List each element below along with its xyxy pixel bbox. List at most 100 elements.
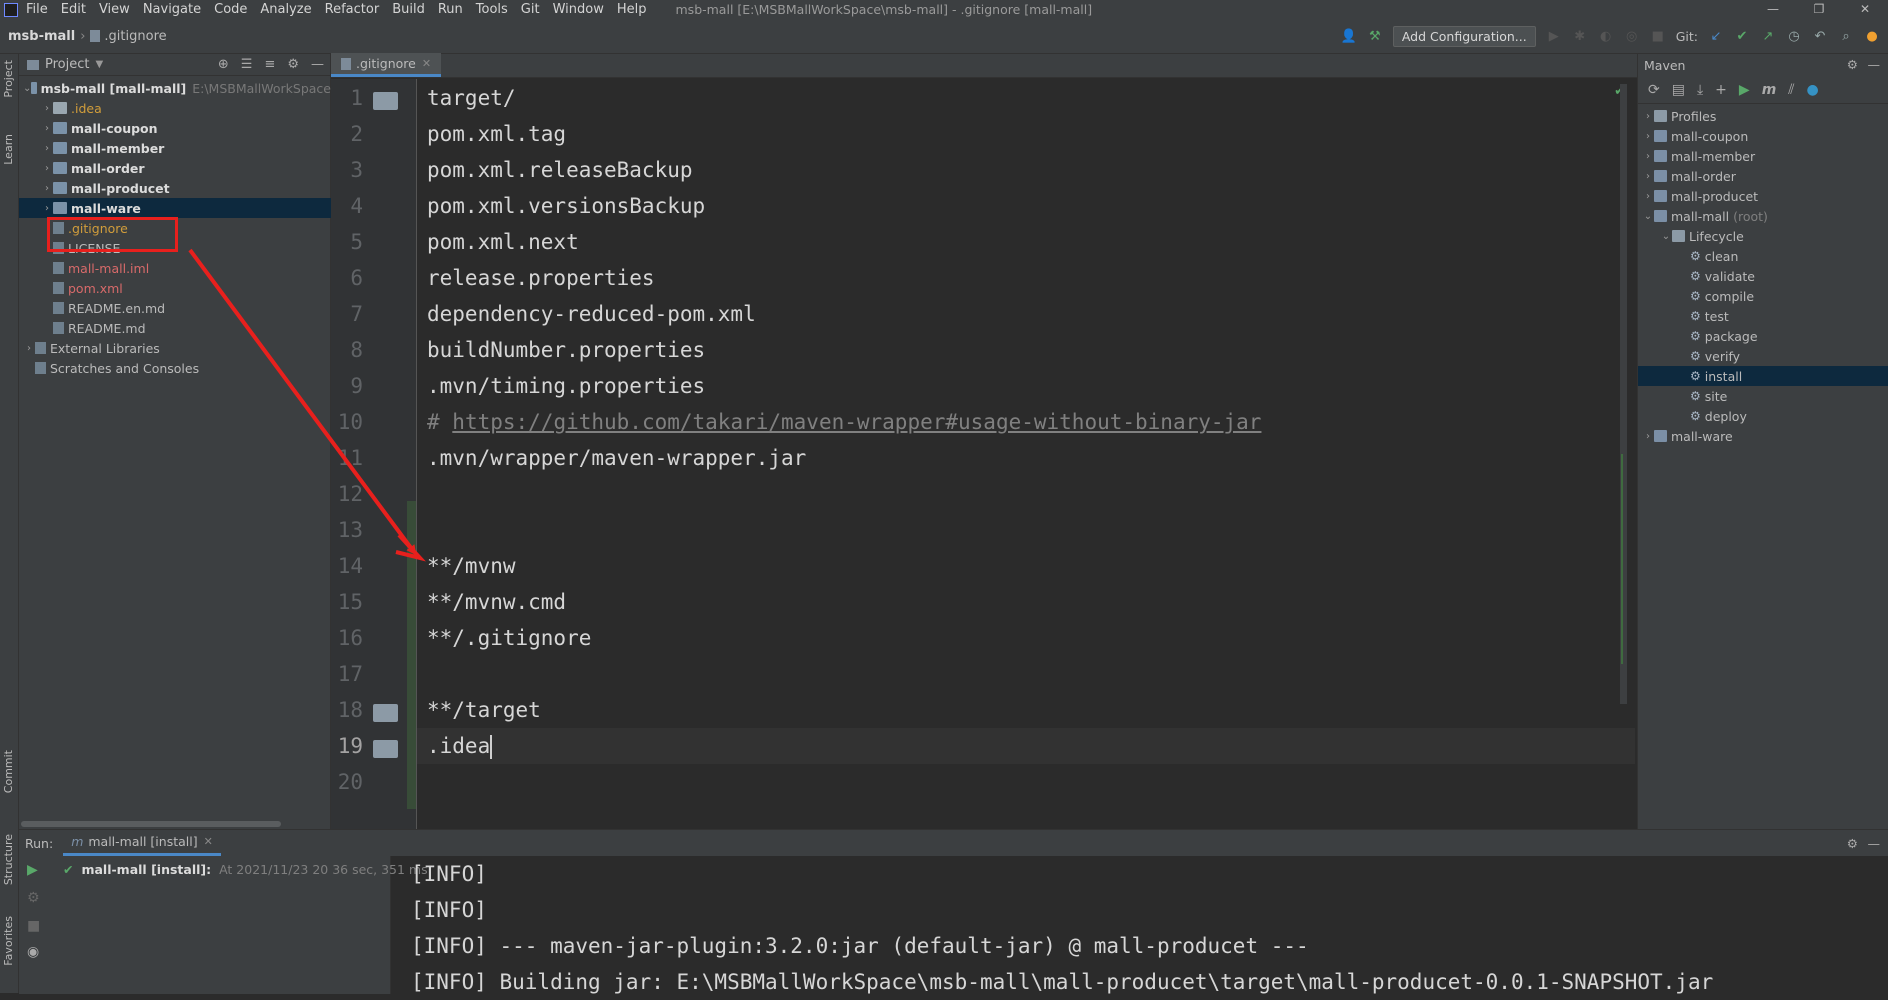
hide-icon[interactable]: —: [1868, 57, 1881, 72]
tree-item[interactable]: pom.xml: [19, 278, 331, 298]
chevron-right-icon[interactable]: ›: [1642, 131, 1654, 142]
maven-tree-item[interactable]: › mall-member: [1638, 146, 1888, 166]
maven-goal-item[interactable]: ⚙ validate: [1638, 266, 1888, 286]
tree-item[interactable]: › mall-member: [19, 138, 331, 158]
history-icon[interactable]: ◷: [1786, 29, 1802, 45]
menu-refactor[interactable]: Refactor: [325, 2, 380, 17]
gear-icon[interactable]: ⚙: [1847, 57, 1858, 72]
chevron-right-icon[interactable]: ›: [41, 103, 53, 114]
gear-icon[interactable]: ⚙: [1847, 836, 1858, 851]
menu-view[interactable]: View: [99, 2, 130, 17]
maven-goal-item[interactable]: ⚙ site: [1638, 386, 1888, 406]
code-line[interactable]: pom.xml.tag: [427, 122, 566, 146]
rollback-icon[interactable]: ↶: [1812, 29, 1828, 45]
run-tab[interactable]: m mall-mall [install] ✕: [63, 830, 221, 856]
tree-item[interactable]: › mall-ware: [19, 198, 331, 218]
chevron-right-icon[interactable]: ›: [23, 343, 35, 354]
chevron-down-icon[interactable]: ▼: [95, 59, 103, 70]
code-line[interactable]: pom.xml.versionsBackup: [427, 194, 705, 218]
structure-tool-button[interactable]: Structure: [2, 834, 15, 885]
generate-sources-icon[interactable]: ▤: [1672, 82, 1685, 98]
chevron-right-icon[interactable]: ›: [41, 203, 53, 214]
hide-icon[interactable]: —: [311, 57, 324, 72]
code-line[interactable]: buildNumber.properties: [427, 338, 705, 362]
commit-tool-button[interactable]: Commit: [2, 750, 15, 793]
rerun-icon[interactable]: ▶: [27, 862, 38, 878]
code-line[interactable]: **/target: [427, 698, 541, 722]
git-update-icon[interactable]: ↙: [1708, 29, 1724, 45]
tree-item[interactable]: Scratches and Consoles: [19, 358, 331, 378]
horizontal-scrollbar[interactable]: [21, 821, 281, 827]
minimize-icon[interactable]: —: [1750, 0, 1796, 19]
maven-goal-item[interactable]: ⚙ verify: [1638, 346, 1888, 366]
stop-icon[interactable]: ■: [1650, 29, 1666, 45]
skip-tests-icon[interactable]: ⫽: [1788, 82, 1794, 98]
chevron-right-icon[interactable]: ›: [41, 163, 53, 174]
code-line[interactable]: **/.gitignore: [427, 626, 591, 650]
code-line[interactable]: # https://github.com/takari/maven-wrappe…: [427, 410, 1261, 434]
menu-run[interactable]: Run: [438, 2, 463, 17]
code-line[interactable]: pom.xml.next: [427, 230, 579, 254]
menu-file[interactable]: File: [26, 2, 48, 17]
code-line[interactable]: .mvn/timing.properties: [427, 374, 705, 398]
tree-item[interactable]: › .idea: [19, 98, 331, 118]
breadcrumb-project[interactable]: msb-mall: [8, 29, 75, 44]
menu-tools[interactable]: Tools: [476, 2, 508, 17]
chevron-right-icon[interactable]: ›: [1642, 431, 1654, 442]
project-panel-title[interactable]: Project: [45, 57, 89, 72]
menu-help[interactable]: Help: [617, 2, 647, 17]
code-line[interactable]: dependency-reduced-pom.xml: [427, 302, 756, 326]
tree-item[interactable]: README.en.md: [19, 298, 331, 318]
eye-icon[interactable]: ◉: [27, 944, 39, 960]
code-line[interactable]: **/mvnw.cmd: [427, 590, 566, 614]
code-line[interactable]: release.properties: [427, 266, 655, 290]
maven-goal-item[interactable]: ⚙ package: [1638, 326, 1888, 346]
gear-icon[interactable]: ⚙: [287, 57, 299, 72]
tree-item[interactable]: README.md: [19, 318, 331, 338]
locate-icon[interactable]: ⊕: [218, 57, 229, 72]
search-icon[interactable]: ⌕: [1838, 29, 1854, 45]
show-dependencies-icon[interactable]: ●: [1807, 82, 1819, 98]
maven-tree-item[interactable]: › mall-order: [1638, 166, 1888, 186]
code-line[interactable]: .idea: [427, 734, 493, 759]
build-hammer-icon[interactable]: ⚒: [1367, 29, 1383, 45]
code-line[interactable]: .mvn/wrapper/maven-wrapper.jar: [427, 446, 806, 470]
run-status-line[interactable]: ✔ mall-mall [install]: At 2021/11/23 20 …: [63, 862, 428, 877]
run-icon[interactable]: ▶: [1546, 29, 1562, 45]
restore-icon[interactable]: ❐: [1796, 0, 1842, 19]
tree-item[interactable]: mall-mall.iml: [19, 258, 331, 278]
profile-icon[interactable]: ◎: [1624, 29, 1640, 45]
run-maven-icon[interactable]: ▶: [1739, 82, 1750, 98]
git-commit-icon[interactable]: ✔: [1734, 29, 1750, 45]
add-icon[interactable]: +: [1715, 82, 1727, 98]
close-tab-icon[interactable]: ✕: [422, 57, 431, 70]
git-push-icon[interactable]: ↗: [1760, 29, 1776, 45]
maven-tree-item[interactable]: › mall-producet: [1638, 186, 1888, 206]
chevron-right-icon[interactable]: ›: [1642, 191, 1654, 202]
maven-tree-item[interactable]: › mall-coupon: [1638, 126, 1888, 146]
learn-tool-button[interactable]: Learn: [2, 134, 15, 165]
close-icon[interactable]: ✕: [1842, 0, 1888, 19]
chevron-right-icon[interactable]: ›: [1642, 111, 1654, 122]
maven-goal-item[interactable]: ⚙ deploy: [1638, 406, 1888, 426]
breadcrumb-file[interactable]: .gitignore: [104, 29, 166, 44]
chevron-right-icon[interactable]: ›: [41, 143, 53, 154]
chevron-right-icon[interactable]: ›: [1642, 151, 1654, 162]
maven-goal-item[interactable]: ⚙ test: [1638, 306, 1888, 326]
chevron-down-icon[interactable]: ⌄: [1642, 211, 1654, 222]
toggle-view-icon[interactable]: ⚙: [27, 890, 40, 906]
maven-tree-item[interactable]: › Profiles: [1638, 106, 1888, 126]
maven-tree-item[interactable]: ⌄ Lifecycle: [1638, 226, 1888, 246]
chevron-down-icon[interactable]: ⌄: [1660, 231, 1672, 242]
code-line[interactable]: pom.xml.releaseBackup: [427, 158, 693, 182]
download-icon[interactable]: ⤓: [1697, 82, 1703, 98]
menu-edit[interactable]: Edit: [61, 2, 86, 17]
chevron-right-icon[interactable]: ›: [41, 183, 53, 194]
debug-icon[interactable]: ✱: [1572, 29, 1588, 45]
update-notification-icon[interactable]: ●: [1864, 29, 1880, 45]
coverage-icon[interactable]: ◐: [1598, 29, 1614, 45]
maven-goal-icon[interactable]: m: [1762, 82, 1777, 98]
menu-analyze[interactable]: Analyze: [260, 2, 311, 17]
tree-item[interactable]: › External Libraries: [19, 338, 331, 358]
menu-build[interactable]: Build: [392, 2, 425, 17]
